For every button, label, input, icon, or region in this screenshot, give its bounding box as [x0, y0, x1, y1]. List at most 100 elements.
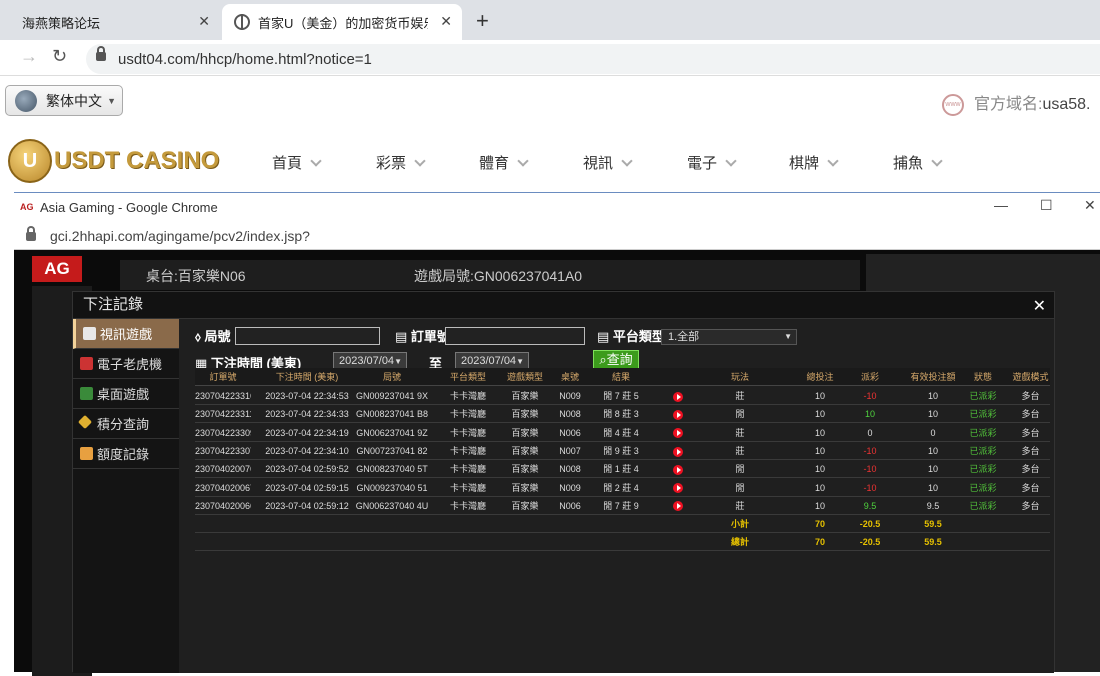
ag-app-icon: AG [20, 202, 34, 212]
round-input[interactable] [235, 327, 380, 345]
table-cell: 莊 [735, 500, 745, 511]
subtotal-valid: 59.5 [924, 519, 942, 530]
table-cell: GN006237040 4U [355, 500, 429, 511]
nav-chess[interactable]: 棋牌 [789, 152, 839, 173]
table-row: 2307042233119592023-07-04 22:34:33GN0082… [195, 405, 1050, 424]
play-video-icon[interactable] [665, 497, 690, 515]
chevron-down-icon [931, 155, 943, 167]
minimize-icon[interactable]: — [994, 197, 1008, 213]
order-input[interactable] [445, 327, 585, 345]
play-video-icon[interactable] [665, 387, 690, 405]
game-table-name: 桌台:百家樂N06 [146, 268, 246, 284]
language-select[interactable]: 繁体中文 ▼ [5, 85, 123, 116]
table-cell: N006 [559, 427, 581, 438]
table-cell: N006 [559, 500, 581, 511]
nav-slots[interactable]: 電子 [687, 152, 737, 173]
table-cell: 莊 [735, 427, 745, 438]
nav-sports[interactable]: 體育 [479, 152, 529, 173]
table-cell: 訂單號 [209, 372, 237, 382]
forward-icon[interactable]: → [20, 46, 38, 67]
table-cell: 230704020066151 [195, 500, 251, 511]
table-cell: 卡卡灣廳 [449, 409, 486, 420]
nav-live[interactable]: 視訊 [583, 152, 633, 173]
table-cell: 卡卡灣廳 [449, 500, 486, 511]
document-icon [80, 447, 93, 460]
nav-lottery[interactable]: 彩票 [376, 152, 426, 173]
table-cell: 多台 [1021, 427, 1040, 438]
table-cell: 遊戲模式 [1012, 372, 1049, 382]
play-video-icon[interactable] [665, 405, 690, 423]
table-cell: 百家樂 [511, 445, 539, 456]
platform-label: ▤ 平台類型 [597, 329, 665, 344]
table-cell: N008 [559, 409, 581, 420]
tab-title: 海燕策略论坛 [22, 15, 101, 31]
close-icon[interactable]: ✕ [440, 13, 452, 30]
chevron-down-icon [827, 155, 839, 167]
table-cell: 230704223316415 [195, 391, 251, 401]
maximize-icon[interactable]: ☐ [1040, 197, 1053, 214]
site-header: 繁体中文 ▼ www 官方域名:usa58. U USDT CASINO 首頁 彩… [0, 77, 1100, 192]
game-info-bar: 桌台:百家樂N06 遊戲局號:GN006237041A0 [120, 260, 860, 290]
chevron-down-icon [517, 155, 529, 167]
table-cell: 230704223311959 [195, 409, 251, 420]
table-row: 2307042233078012023-07-04 22:34:10GN0072… [195, 442, 1050, 460]
nav-fishing[interactable]: 捕魚 [893, 152, 943, 173]
table-cell: 百家樂 [511, 482, 539, 493]
table-cell: 遊戲類型 [506, 372, 543, 382]
tab-forum[interactable]: 海燕策略论坛 ✕ [0, 4, 220, 40]
site-logo[interactable]: U USDT CASINO [8, 139, 219, 183]
table-header-row: 訂單號 下注時間 (美東) 局號 平台類型 遊戲類型 桌號 結果 玩法 總投注 派彩 有效投注額 狀態… [195, 368, 1050, 386]
play-video-icon[interactable] [665, 479, 690, 497]
reload-icon[interactable]: ↻ [52, 46, 67, 67]
chevron-down-icon [621, 155, 633, 167]
table-cell: 莊 [735, 391, 745, 401]
tab-casino[interactable]: 首家U（美金）的加密货币娱乐城 ✕ [222, 4, 462, 40]
modal-header: 下注記錄 ✕ [73, 292, 1054, 319]
sidebar-item-slots[interactable]: 電子老虎機 [73, 349, 179, 379]
table-cell: GN008237041 B8 [355, 409, 429, 420]
browser-tab-bar: 海燕策略论坛 ✕ 首家U（美金）的加密货币娱乐城 ✕ + [0, 0, 1100, 40]
table-cell: N007 [559, 445, 581, 456]
globe-icon [234, 14, 250, 30]
subtotal-label: 小計 [730, 519, 749, 530]
popup-title: Asia Gaming - Google Chrome [40, 200, 218, 215]
table-cell: 平台類型 [449, 372, 486, 382]
chevron-down-icon [310, 155, 322, 167]
table-cell: 百家樂 [511, 391, 539, 401]
table-cell: 莊 [735, 445, 745, 456]
sidebar-item-credit-records[interactable]: 額度記錄 [73, 439, 179, 469]
slot-machine-icon [80, 357, 93, 370]
table-cell: N008 [559, 464, 581, 475]
round-label: ⬨ 局號 [195, 329, 231, 344]
platform-select[interactable]: 1.全部 ▼ [661, 329, 797, 345]
table-cell: GN008237040 5T [356, 464, 428, 475]
new-tab-icon[interactable]: + [476, 8, 489, 34]
sidebar-item-table-games[interactable]: 桌面遊戲 [73, 379, 179, 409]
play-video-icon[interactable] [665, 460, 690, 478]
sidebar-item-live-games[interactable]: 視訊遊戲 [73, 319, 179, 349]
table-cell: 閒 8 莊 3 [603, 409, 639, 420]
close-icon[interactable]: ✕ [198, 13, 210, 30]
domain-value[interactable]: usa58. [1042, 96, 1090, 113]
table-cell: 卡卡灣廳 [449, 391, 486, 401]
url-input[interactable]: usdt04.com/hhcp/home.html?notice=1 [86, 44, 1100, 74]
game-round-no: 遊戲局號:GN006237041A0 [414, 268, 583, 284]
close-icon[interactable]: ✕ [1084, 197, 1096, 214]
table-cell: 桌號 [560, 372, 579, 382]
table-row: 2307040200661512023-07-04 02:59:12GN0062… [195, 497, 1050, 515]
nav-home[interactable]: 首頁 [272, 152, 322, 173]
query-button[interactable]: ⌕查詢 [593, 350, 639, 370]
address-bar-row: → ↻ usdt04.com/hhcp/home.html?notice=1 [0, 40, 1100, 76]
close-icon[interactable]: ✕ [1033, 294, 1046, 320]
lock-icon[interactable] [96, 46, 106, 61]
www-icon: www [942, 93, 964, 116]
table-cell: 230704020076453 [195, 464, 251, 475]
chevron-down-icon: ▼ [516, 357, 524, 366]
table-row: 2307042233097812023-07-04 22:34:19GN0062… [195, 424, 1050, 442]
sidebar-item-points[interactable]: 積分查詢 [73, 409, 179, 439]
play-video-icon[interactable] [665, 424, 690, 442]
table-cell: 多台 [1021, 445, 1040, 456]
play-video-icon[interactable] [665, 442, 690, 460]
logo-text: USDT CASINO [54, 147, 220, 174]
popup-url-bar: gci.2hhapi.com/agingame/pcv2/index.jsp? [14, 222, 1100, 250]
